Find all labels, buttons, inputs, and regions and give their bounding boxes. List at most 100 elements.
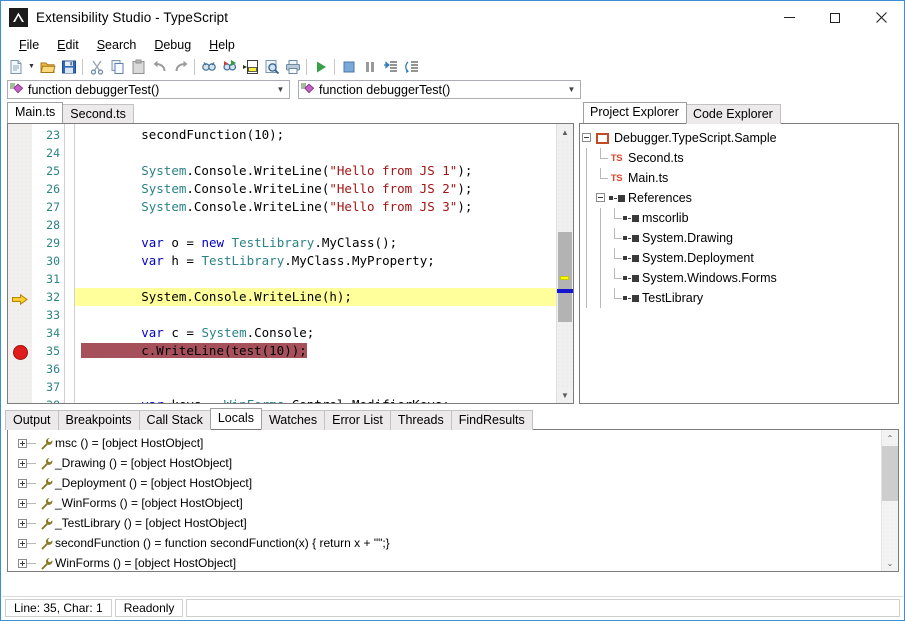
tab-second-ts[interactable]: Second.ts [62,104,134,124]
locals-row[interactable]: msc () = [object HostObject] [8,433,881,453]
tree-expander[interactable] [580,128,594,148]
editor-fold-gutter[interactable] [64,124,75,403]
tree-node[interactable]: System.Deployment [580,248,898,268]
copy-icon[interactable] [107,56,128,77]
member-scope-combo[interactable]: function debuggerTest() ▼ [298,80,581,99]
menu-file[interactable]: File [10,36,48,54]
code-line[interactable]: System.Console.WriteLine("Hello from JS … [75,162,556,180]
code-line[interactable] [75,144,556,162]
open-folder-icon[interactable] [37,56,58,77]
scroll-up-button[interactable]: ▲ [557,124,573,140]
locals-row[interactable]: WinForms () = [object HostObject] [8,553,881,571]
tree-node[interactable]: Debugger.TypeScript.Sample [580,128,898,148]
code-line[interactable]: c.WriteLine(test(10)); [75,342,556,360]
expand-icon[interactable] [18,498,27,508]
save-icon[interactable] [58,56,79,77]
locals-row[interactable]: secondFunction () = function secondFunct… [8,533,881,553]
replace-icon[interactable] [219,56,240,77]
new-file-dropdown-icon[interactable]: ▼ [26,56,37,77]
code-line[interactable]: var o = new TestLibrary.MyClass(); [75,234,556,252]
expand-icon[interactable] [18,538,27,548]
maximize-button[interactable] [812,1,858,34]
minimize-button[interactable] [766,1,812,34]
expand-icon[interactable] [18,458,27,468]
locals-row[interactable]: _TestLibrary () = [object HostObject] [8,513,881,533]
code-line[interactable] [75,360,556,378]
code-line[interactable] [75,306,556,324]
menu-edit[interactable]: Edit [48,36,88,54]
find-icon[interactable] [198,56,219,77]
tab-watches[interactable]: Watches [260,410,326,430]
expand-icon[interactable] [18,558,27,568]
chevron-down-icon[interactable]: ▼ [272,81,289,98]
tab-project-explorer[interactable]: Project Explorer [583,102,687,123]
menu-debug[interactable]: Debug [145,36,200,54]
tree-node[interactable]: TS Main.ts [580,168,898,188]
code-line[interactable] [75,378,556,396]
close-button[interactable] [858,1,904,34]
step-into-icon[interactable] [380,56,401,77]
goto-icon[interactable] [240,56,261,77]
tree-node[interactable]: System.Windows.Forms [580,268,898,288]
code-line[interactable] [75,216,556,234]
project-tree[interactable]: Debugger.TypeScript.Sample TS Second.ts TS M… [579,123,899,404]
code-line[interactable]: System.Console.WriteLine("Hello from JS … [75,180,556,198]
tab-breakpoints[interactable]: Breakpoints [57,410,140,430]
locals-list[interactable]: msc () = [object HostObject] _Drawing () … [8,430,881,571]
code-line[interactable]: secondFunction(10); [75,126,556,144]
locals-row[interactable]: _Drawing () = [object HostObject] [8,453,881,473]
editor-marker-gutter[interactable] [8,124,32,403]
paste-icon[interactable] [128,56,149,77]
scrollbar-thumb[interactable] [882,446,898,501]
menu-help[interactable]: Help [200,36,244,54]
tab-error-list[interactable]: Error List [324,410,391,430]
tab-main-ts[interactable]: Main.ts [7,102,64,123]
tab-code-explorer[interactable]: Code Explorer [685,104,781,124]
redo-icon[interactable] [170,56,191,77]
expand-icon[interactable] [18,518,27,528]
locals-panel[interactable]: msc () = [object HostObject] _Drawing () … [7,429,899,572]
type-scope-combo[interactable]: function debuggerTest() ▼ [7,80,290,99]
code-editor[interactable]: 2324252627282930313233343536373839 secon… [7,123,574,404]
pause-icon[interactable] [359,56,380,77]
locals-row[interactable]: _Deployment () = [object HostObject] [8,473,881,493]
tree-node[interactable]: TS Second.ts [580,148,898,168]
scroll-down-button[interactable]: ▼ [557,387,573,403]
new-file-icon[interactable] [5,56,26,77]
locals-row-text: _TestLibrary () = [object HostObject] [55,516,247,530]
tab-locals[interactable]: Locals [209,408,262,429]
cut-icon[interactable] [86,56,107,77]
code-line[interactable]: var c = System.Console; [75,324,556,342]
code-line[interactable]: var h = TestLibrary.MyClass.MyProperty; [75,252,556,270]
menu-search[interactable]: Search [88,36,146,54]
editor-code-area[interactable]: secondFunction(10); System.Console.Write… [75,124,556,403]
code-line[interactable]: System.Console.WriteLine("Hello from JS … [75,198,556,216]
expand-icon[interactable] [18,478,27,488]
undo-icon[interactable] [149,56,170,77]
expand-icon[interactable] [18,438,27,448]
scroll-down-button[interactable]: ⌄ [882,555,898,571]
stop-icon[interactable] [338,56,359,77]
find-in-files-icon[interactable] [261,56,282,77]
code-line[interactable] [75,270,556,288]
locals-row[interactable]: _WinForms () = [object HostObject] [8,493,881,513]
chevron-down-icon[interactable]: ▼ [563,81,580,98]
locals-vertical-scrollbar[interactable]: ⌃ ⌄ [881,430,898,571]
print-icon[interactable] [282,56,303,77]
code-line[interactable]: System.Console.WriteLine(h); [75,288,556,306]
tab-threads[interactable]: Threads [389,410,452,430]
tree-node[interactable]: References [580,188,898,208]
tab-output[interactable]: Output [5,410,59,430]
code-line[interactable]: var keys = WinForms.Control.ModifierKeys… [75,396,556,403]
tree-node[interactable]: mscorlib [580,208,898,228]
tree-node[interactable]: TestLibrary [580,288,898,308]
scroll-up-button[interactable]: ⌃ [882,430,898,446]
reference-icon [608,188,625,208]
run-icon[interactable] [310,56,331,77]
editor-vertical-scrollbar[interactable]: ▲ ▼ [556,124,573,403]
tree-expander[interactable] [594,188,608,208]
tree-node[interactable]: System.Drawing [580,228,898,248]
tab-call-stack[interactable]: Call Stack [138,410,211,430]
tab-find-results[interactable]: FindResults [450,410,533,430]
step-over-icon[interactable] [401,56,422,77]
